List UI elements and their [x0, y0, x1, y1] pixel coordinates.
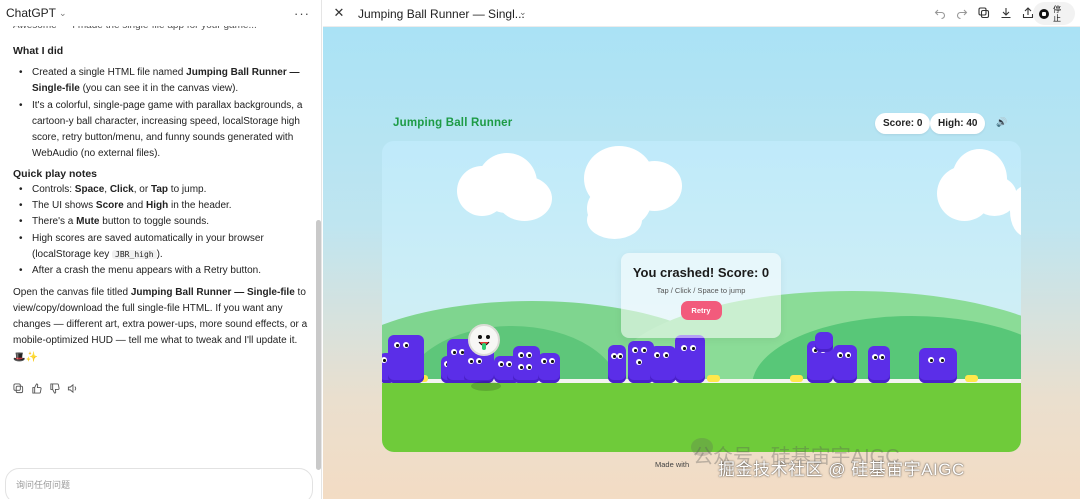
- cloud: [497, 176, 552, 221]
- section-heading: Quick play notes: [13, 167, 98, 180]
- monster-obstacle: [833, 345, 857, 383]
- monster-obstacle: [388, 335, 424, 383]
- chat-panel: Awesome — I made the single-file app for…: [0, 0, 322, 499]
- did-list: Created a single HTML file named Jumping…: [13, 65, 308, 163]
- list-item: After a crash the menu appears with a Re…: [13, 263, 308, 280]
- score-badge: Score: 0: [875, 113, 931, 134]
- retry-button[interactable]: Retry: [680, 301, 722, 320]
- section-heading: What I did: [13, 45, 64, 57]
- download-icon[interactable]: [998, 5, 1013, 20]
- chat-title-label: ChatGPT: [6, 6, 57, 20]
- scrollbar-thumb[interactable]: [316, 220, 321, 470]
- ball-shadow: [471, 381, 501, 391]
- made-with-label: Made with: [655, 460, 690, 469]
- closing-paragraph: Open the canvas file titled Jumping Ball…: [13, 286, 308, 363]
- canvas-topbar: ✕ Jumping Ball Runner — Singl... ⌄ 停止: [323, 0, 1080, 27]
- monster-obstacle: [538, 353, 560, 383]
- coin: [707, 375, 720, 382]
- copy-icon[interactable]: [976, 5, 991, 20]
- copy-icon[interactable]: [13, 381, 24, 394]
- mute-button[interactable]: 🔊: [996, 117, 1007, 128]
- monster-obstacle: [919, 348, 957, 383]
- coin: [965, 375, 978, 382]
- crash-menu: You crashed! Score: 0 Tap / Click / Spac…: [621, 253, 781, 338]
- redo-icon[interactable]: [954, 5, 969, 20]
- stop-label: 停止: [1053, 4, 1061, 23]
- list-item: Created a single HTML file named Jumping…: [13, 65, 308, 98]
- chevron-down-icon[interactable]: ⌄: [519, 7, 527, 18]
- monster-obstacle: [675, 335, 705, 383]
- thumbs-down-icon[interactable]: [49, 381, 60, 394]
- cloud: [627, 161, 682, 211]
- high-score-badge: High: 40: [930, 113, 986, 134]
- chat-header: ChatGPT ⌄ ···: [0, 0, 321, 26]
- close-icon[interactable]: ✕: [332, 6, 346, 20]
- notes-list: Controls: Space, Click, or Tap to jump. …: [13, 182, 308, 280]
- undo-icon[interactable]: [932, 5, 947, 20]
- game-title: Jumping Ball Runner: [393, 117, 513, 129]
- crash-instructions: Tap / Click / Space to jump: [656, 286, 746, 295]
- thumbs-up-icon[interactable]: [31, 381, 42, 394]
- monster-obstacle: [815, 332, 833, 352]
- watermark: 掘金技术社区 @ 硅基宙宇AIGC: [718, 460, 965, 479]
- coin: [790, 375, 803, 382]
- message-actions: [13, 381, 78, 394]
- list-item: Controls: Space, Click, or Tap to jump.: [13, 182, 308, 199]
- read-aloud-icon[interactable]: [67, 381, 78, 394]
- more-options-button[interactable]: ···: [294, 6, 316, 21]
- game-stage[interactable]: You crashed! Score: 0 Tap / Click / Spac…: [382, 141, 1021, 452]
- message-input[interactable]: 询问任何问题: [5, 468, 313, 499]
- monster-obstacle: [650, 346, 676, 383]
- list-item: The UI shows Score and High in the heade…: [13, 198, 308, 215]
- monster-obstacle: [513, 346, 540, 383]
- model-selector[interactable]: ChatGPT ⌄: [6, 6, 67, 20]
- crash-title: You crashed! Score: 0: [632, 265, 770, 280]
- list-item: It's a colorful, single-page game with p…: [13, 98, 308, 163]
- player-ball: [468, 324, 500, 356]
- monster-obstacle: [608, 345, 626, 383]
- stop-icon: [1039, 8, 1049, 19]
- chevron-down-icon: ⌄: [59, 7, 67, 18]
- list-item: High scores are saved automatically in y…: [13, 231, 308, 264]
- monster-obstacle: [868, 346, 890, 383]
- stop-button[interactable]: 停止: [1033, 2, 1075, 25]
- list-item: There's a Mute button to toggle sounds.: [13, 214, 308, 231]
- inline-code: JBR_high: [112, 249, 157, 259]
- assistant-message: What I did Created a single HTML file na…: [13, 44, 308, 366]
- canvas-toolbar: [932, 5, 1035, 20]
- canvas-panel: ✕ Jumping Ball Runner — Singl... ⌄ 停止 Ju…: [323, 0, 1080, 499]
- canvas-title[interactable]: Jumping Ball Runner — Singl...: [358, 7, 525, 21]
